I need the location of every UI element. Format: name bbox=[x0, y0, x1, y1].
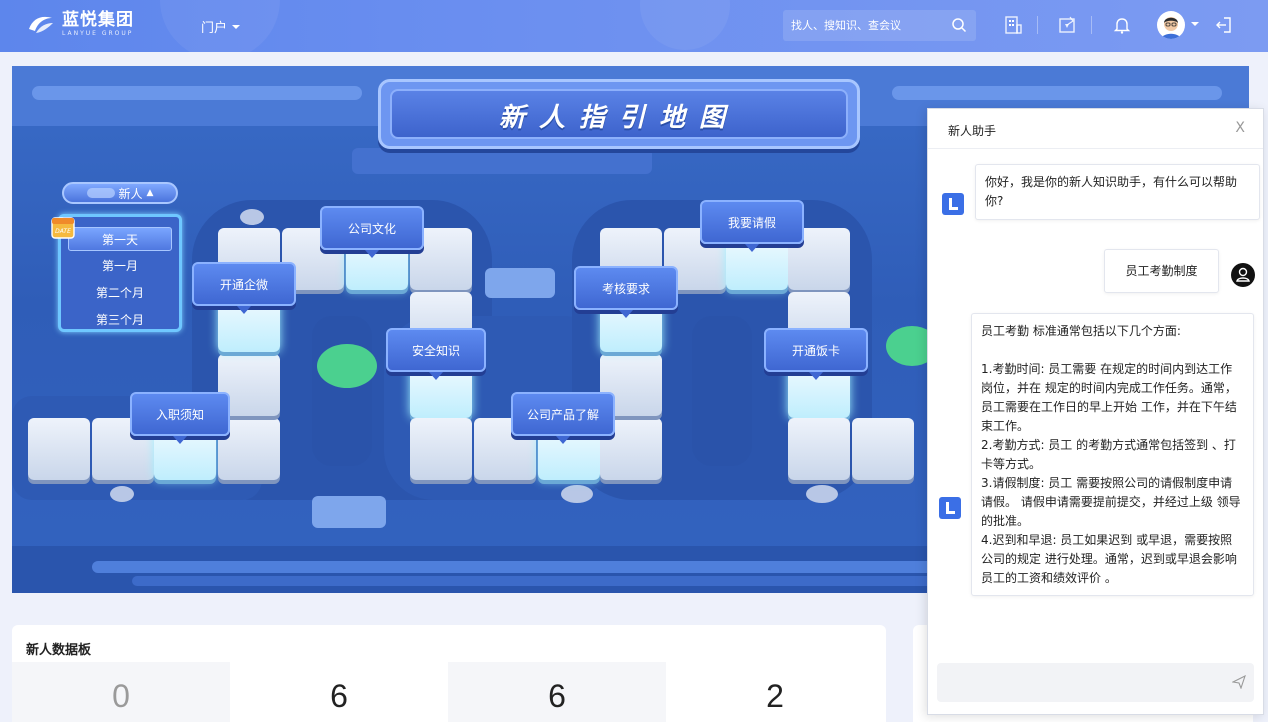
stat-card[interactable]: 0 bbox=[12, 662, 230, 722]
task-sign[interactable]: 考核要求 bbox=[574, 266, 678, 318]
user-message: 员工考勤制度 bbox=[1104, 249, 1219, 293]
task-sign[interactable]: 开通企微 bbox=[192, 262, 296, 314]
header-decoration bbox=[640, 0, 730, 50]
portal-menu[interactable]: 门户 bbox=[201, 17, 241, 36]
task-sign[interactable]: 开通饭卡 bbox=[764, 328, 868, 380]
stat-card[interactable]: 6 bbox=[230, 662, 448, 722]
sort-arrows-icon: ▲︎ bbox=[146, 188, 154, 198]
level-selector-label: 新人 bbox=[118, 186, 143, 201]
user-avatar[interactable] bbox=[1157, 11, 1185, 39]
path-tile bbox=[410, 418, 472, 480]
portal-menu-label: 门户 bbox=[201, 21, 228, 36]
new-hire-data-board: 新人数据板 0 6 6 2 bbox=[12, 625, 886, 722]
stat-value: 2 bbox=[766, 678, 784, 714]
board-title: 新人数据板 bbox=[26, 643, 92, 658]
calendar-icon-text: DATE bbox=[55, 228, 71, 235]
period-list: 第一天 第一月 第二个月 第三个月 bbox=[58, 214, 182, 332]
brand-mark-icon bbox=[29, 16, 53, 33]
logout-icon[interactable] bbox=[1214, 15, 1234, 35]
task-sign[interactable]: 入职须知 bbox=[130, 392, 230, 444]
search-input[interactable] bbox=[791, 19, 941, 32]
path-tile bbox=[788, 418, 850, 480]
map-title-banner: 新人指引地图 bbox=[378, 79, 860, 149]
calendar-icon: DATE bbox=[51, 217, 75, 239]
bot-message: 员工考勤 标准通常包括以下几个方面: 1.考勤时间: 员工需要 在规定的时间内到… bbox=[971, 313, 1254, 596]
path-tile bbox=[852, 418, 914, 480]
bot-message: 你好，我是你的新人知识助手，有什么可以帮助你? bbox=[975, 164, 1260, 220]
bookmark-icon[interactable] bbox=[1057, 15, 1077, 35]
user-icon bbox=[1236, 267, 1250, 282]
assistant-panel: 新人助手 X 你好，我是你的新人知识助手，有什么可以帮助你? 员工考勤制度 员工… bbox=[927, 108, 1264, 715]
assistant-title: 新人助手 bbox=[948, 124, 997, 138]
stat-value: 6 bbox=[330, 678, 348, 714]
divider bbox=[1091, 16, 1092, 34]
period-item[interactable]: 第三个月 bbox=[68, 308, 172, 332]
apps-grid-icon[interactable] bbox=[1003, 15, 1023, 35]
path-tile bbox=[28, 418, 90, 480]
level-selector[interactable]: 新人 ▲︎ bbox=[62, 182, 178, 204]
period-item[interactable]: 第二个月 bbox=[68, 281, 172, 305]
period-item[interactable]: 第一月 bbox=[68, 254, 172, 278]
period-item[interactable]: 第一天 bbox=[68, 227, 172, 251]
divider bbox=[1037, 16, 1038, 34]
send-icon[interactable] bbox=[1232, 675, 1246, 689]
brand-logo[interactable]: 蓝悦集团 LANYUE GROUP bbox=[26, 9, 134, 39]
task-sign[interactable]: 公司产品了解 bbox=[511, 392, 615, 444]
bell-icon[interactable] bbox=[1112, 15, 1132, 35]
stat-card[interactable]: 2 bbox=[666, 662, 884, 722]
stat-value: 0 bbox=[112, 678, 130, 714]
chevron-down-icon[interactable] bbox=[1191, 22, 1199, 26]
close-icon[interactable]: X bbox=[1235, 120, 1245, 136]
task-sign[interactable]: 我要请假 bbox=[700, 200, 804, 252]
assistant-avatar bbox=[942, 193, 964, 215]
user-avatar-icon bbox=[1161, 17, 1181, 39]
search-icon[interactable] bbox=[951, 17, 967, 33]
assistant-header: 新人助手 X bbox=[928, 109, 1263, 149]
brand-name: 蓝悦集团 bbox=[62, 10, 134, 30]
top-navigation-bar: 蓝悦集团 LANYUE GROUP 门户 bbox=[0, 0, 1268, 52]
assistant-avatar bbox=[939, 497, 961, 519]
user-avatar bbox=[1231, 263, 1255, 287]
map-title: 新人指引地图 bbox=[498, 103, 739, 133]
stat-card[interactable]: 6 bbox=[448, 662, 666, 722]
global-search[interactable] bbox=[783, 10, 976, 41]
task-sign[interactable]: 安全知识 bbox=[386, 328, 486, 380]
chat-input[interactable] bbox=[937, 663, 1254, 702]
chevron-down-icon bbox=[232, 24, 241, 29]
stat-value: 6 bbox=[548, 678, 566, 714]
brand-subtitle: LANYUE GROUP bbox=[62, 30, 134, 37]
task-sign[interactable]: 公司文化 bbox=[320, 206, 424, 258]
blurred-text bbox=[86, 188, 115, 198]
